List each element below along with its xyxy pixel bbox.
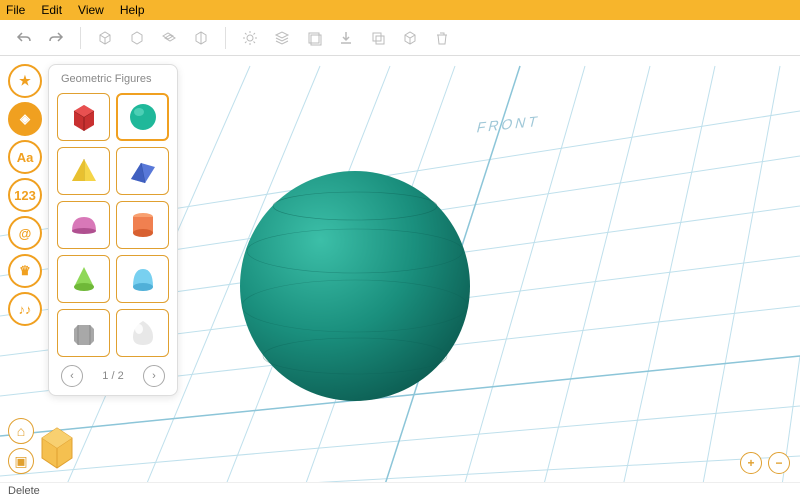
panel-pagination: ‹ 1 / 2 › (57, 365, 169, 387)
numbers-icon: 123 (14, 188, 36, 203)
menubar: File Edit View Help (0, 0, 800, 20)
tool-cube-b[interactable] (123, 24, 151, 52)
at-icon: @ (19, 226, 32, 241)
shapes-panel: Geometric Figures ‹ 1 / 2 › (48, 64, 178, 396)
page-next-button[interactable]: › (143, 365, 165, 387)
undo-button[interactable] (10, 24, 38, 52)
statusbar: Delete (0, 482, 800, 500)
page-label: 1 / 2 (102, 370, 123, 382)
home-icon: ⌂ (17, 423, 25, 439)
shape-cube[interactable] (57, 93, 110, 141)
corner-controls: ⌂ ▣ (8, 418, 34, 474)
shape-pyramid[interactable] (57, 147, 110, 195)
shape-hexprism[interactable] (57, 309, 110, 357)
tool-cube-c[interactable] (155, 24, 183, 52)
fit-icon: ▣ (14, 453, 27, 470)
rail-numbers[interactable]: 123 (8, 178, 42, 212)
zoom-out-button[interactable]: − (768, 452, 790, 474)
tool-cube-a[interactable] (91, 24, 119, 52)
rail-text[interactable]: Aa (8, 140, 42, 174)
shape-dome[interactable] (57, 201, 110, 249)
star-icon: ★ (19, 73, 31, 89)
rail-tools[interactable]: ♪♪ (8, 292, 42, 326)
menu-edit[interactable]: Edit (41, 3, 62, 17)
tool-cube-d[interactable] (187, 24, 215, 52)
rail-symbols[interactable]: @ (8, 216, 42, 250)
sidebar-rail: ★ ◈ Aa 123 @ ♛ ♪♪ (8, 64, 42, 326)
menu-help[interactable]: Help (120, 3, 145, 17)
shape-egg[interactable] (116, 309, 169, 357)
status-text: Delete (8, 485, 40, 497)
shape-sphere[interactable] (116, 93, 169, 141)
tool-layers[interactable] (268, 24, 296, 52)
tool-box[interactable] (396, 24, 424, 52)
chevron-left-icon: ‹ (70, 370, 74, 382)
chevron-right-icon: › (152, 370, 156, 382)
panel-title: Geometric Figures (57, 73, 169, 85)
text-icon: Aa (17, 150, 34, 165)
zoom-in-button[interactable]: + (740, 452, 762, 474)
home-view-button[interactable]: ⌂ (8, 418, 34, 444)
menu-file[interactable]: File (6, 3, 25, 17)
toolbar-separator (80, 27, 81, 49)
zoom-controls: + − (740, 452, 790, 474)
tool-light[interactable] (236, 24, 264, 52)
shape-cylinder[interactable] (116, 201, 169, 249)
tool-trash[interactable] (428, 24, 456, 52)
diamond-icon: ◈ (20, 111, 30, 127)
tool-stack[interactable] (300, 24, 328, 52)
tool-copy[interactable] (364, 24, 392, 52)
rail-premium[interactable]: ♛ (8, 254, 42, 288)
shape-prism[interactable] (116, 147, 169, 195)
redo-button[interactable] (42, 24, 70, 52)
toolbar-separator (225, 27, 226, 49)
plus-icon: + (747, 456, 754, 470)
shape-paraboloid[interactable] (116, 255, 169, 303)
rail-favorites[interactable]: ★ (8, 64, 42, 98)
fit-view-button[interactable]: ▣ (8, 448, 34, 474)
rail-shapes[interactable]: ◈ (8, 102, 42, 136)
page-prev-button[interactable]: ‹ (61, 365, 83, 387)
crown-icon: ♛ (19, 263, 31, 279)
menu-view[interactable]: View (78, 3, 104, 17)
sliders-icon: ♪♪ (19, 302, 32, 317)
toolbar (0, 20, 800, 56)
view-cube[interactable] (32, 420, 82, 470)
minus-icon: − (775, 456, 782, 470)
shape-cone[interactable] (57, 255, 110, 303)
shape-grid (57, 93, 169, 357)
tool-download[interactable] (332, 24, 360, 52)
